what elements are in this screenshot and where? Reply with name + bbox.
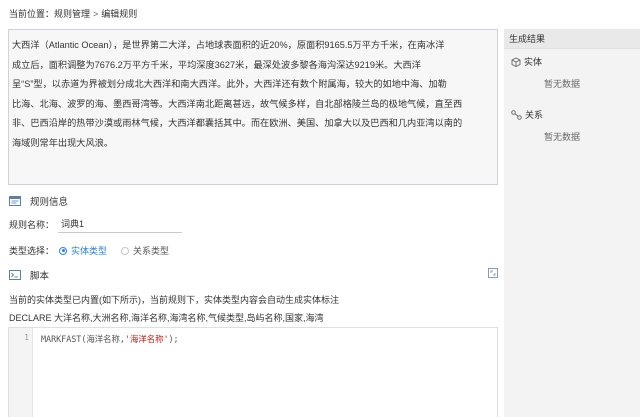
- script-title: 脚本: [30, 271, 50, 282]
- relation-group-label: 关系: [525, 110, 544, 120]
- script-header: 脚本: [9, 268, 49, 282]
- script-description: 当前的实体类型已内置(如下所示)，当前规则下，实体类型内容会自动生成实体标注: [9, 295, 339, 305]
- entity-group-header: 实体: [511, 55, 542, 68]
- text-line: 非、巴西沿岸的热带沙漠或雨林气候，大西洋都囊括其中。而在欧洲、美国、加拿大以及巴…: [12, 118, 463, 129]
- rule-name-input[interactable]: [58, 215, 183, 233]
- relation-group-header: 关系: [511, 108, 543, 121]
- code-function: MARKFAST(海洋名称,: [41, 334, 125, 344]
- results-panel-title: 生成结果: [504, 29, 640, 49]
- type-select-label: 类型选择：: [9, 246, 55, 256]
- radio-relation-type[interactable]: 关系类型: [121, 244, 169, 257]
- script-code-editor[interactable]: 1 MARKFAST(海洋名称,'海洋名称');: [8, 327, 498, 417]
- breadcrumb-prefix: 当前位置：: [9, 9, 55, 19]
- radio-dot: [121, 246, 130, 255]
- card-icon: [9, 196, 21, 206]
- entity-empty-text: 暂无数据: [544, 79, 581, 89]
- text-line: 大西洋（Atlantic Ocean），是世界第二大洋，占地球表面积的近20%，…: [12, 40, 445, 50]
- code-end: );: [168, 334, 179, 344]
- code-string: '海洋名称': [124, 334, 169, 344]
- text-line: 呈“S”型，以赤道为界被划分成北大西洋和南大西洋。此外，大西洋还有数个附属海，较…: [12, 79, 447, 90]
- breadcrumb-separator: >: [93, 9, 99, 19]
- radio-entity-type[interactable]: 实体类型: [59, 244, 107, 257]
- relation-icon: [511, 109, 522, 120]
- radio-entity-type-label: 实体类型: [71, 246, 108, 256]
- expand-icon[interactable]: [488, 268, 498, 278]
- radio-dot: [59, 246, 68, 255]
- radio-relation-type-label: 关系类型: [133, 246, 170, 256]
- relation-empty-text: 暂无数据: [544, 132, 581, 142]
- line-number: 1: [24, 333, 29, 342]
- text-line: 比海、北海、波罗的海、墨西哥湾等。大西洋南北距离甚远，故气候多样，自北部格陵兰岛…: [12, 98, 463, 109]
- breadcrumb: 当前位置：规则管理 > 编辑规则: [9, 7, 137, 20]
- rule-name-row: 规则名称：: [9, 215, 183, 233]
- rule-name-label: 规则名称：: [9, 219, 55, 230]
- breadcrumb-item-edit-rule: 编辑规则: [101, 9, 138, 19]
- cube-icon: [511, 56, 521, 67]
- type-select-row: 类型选择： 实体类型 关系类型: [9, 244, 169, 257]
- rule-info-title: 规则信息: [30, 197, 69, 208]
- code-line[interactable]: MARKFAST(海洋名称,'海洋名称');: [41, 333, 179, 345]
- results-panel: 生成结果 实体 暂无数据 关系 暂无数据: [504, 29, 640, 417]
- entity-group-label: 实体: [524, 57, 543, 67]
- script-declare-line: DECLARE 大洋名称,大洲名称,海洋名称,海湾名称,气候类型,岛屿名称,国家…: [9, 313, 324, 323]
- text-line: 海域则常年出现大风浪。: [12, 137, 114, 148]
- source-text-area[interactable]: 大西洋（Atlantic Ocean），是世界第二大洋，占地球表面积的近20%，…: [8, 29, 498, 185]
- terminal-icon: [9, 270, 21, 280]
- breadcrumb-item-rule-management[interactable]: 规则管理: [54, 9, 90, 19]
- rule-info-header: 规则信息: [9, 194, 68, 208]
- text-line: 成立后，面积调整为7676.2万平方千米，平均深度3627米，最深处波多黎各海沟…: [12, 59, 421, 70]
